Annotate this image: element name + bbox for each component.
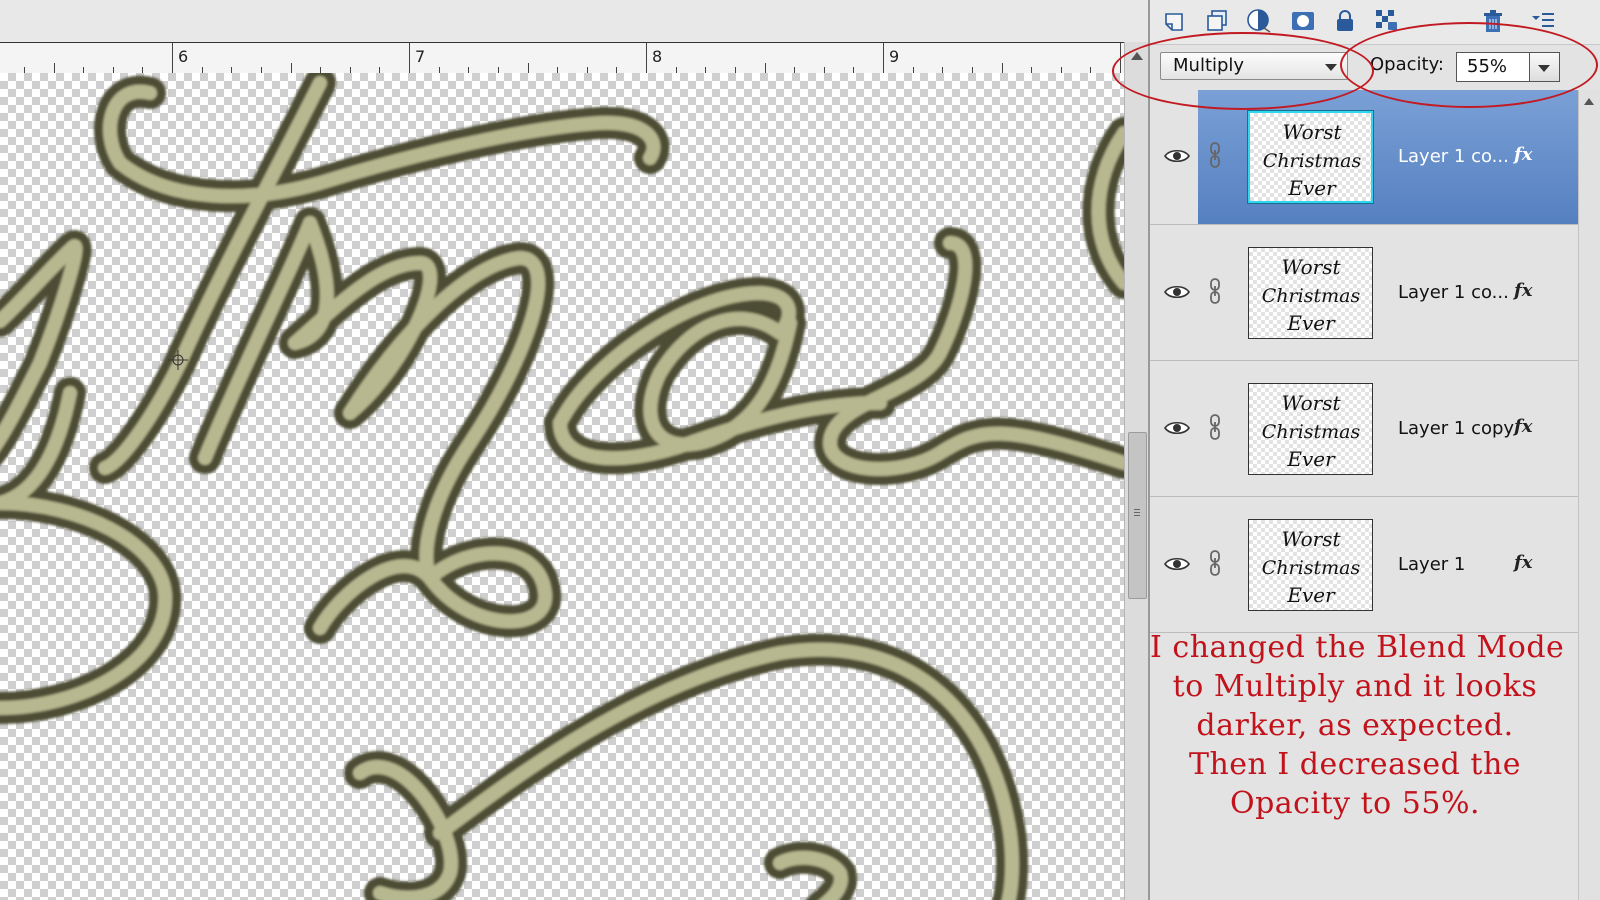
svg-text:Christmas: Christmas bbox=[1262, 421, 1361, 443]
ruler-tick bbox=[291, 63, 292, 73]
blend-mode-value: Multiply bbox=[1173, 55, 1245, 76]
layer-thumbnail: Worst Christmas Ever bbox=[1247, 110, 1374, 204]
visibility-eye-icon[interactable] bbox=[1164, 148, 1190, 164]
svg-text:Ever: Ever bbox=[1286, 311, 1336, 335]
document-tab-bar bbox=[0, 0, 1148, 43]
svg-text:Worst: Worst bbox=[1282, 120, 1342, 144]
chevron-down-icon bbox=[1325, 64, 1337, 71]
ruler-label-9: 9 bbox=[889, 47, 900, 66]
svg-text:Ever: Ever bbox=[1286, 447, 1336, 471]
layer-mask-icon[interactable] bbox=[1290, 8, 1316, 34]
link-icon[interactable] bbox=[1208, 278, 1222, 304]
fx-icon[interactable]: fx bbox=[1514, 144, 1532, 165]
layer-row-4[interactable]: Worst Christmas Ever Layer 1 fx bbox=[1150, 498, 1578, 633]
link-icon[interactable] bbox=[1208, 550, 1222, 576]
new-layer-icon[interactable] bbox=[1162, 8, 1188, 34]
duplicate-layer-icon[interactable] bbox=[1204, 8, 1230, 34]
trash-icon[interactable] bbox=[1480, 8, 1506, 34]
lettering-highlight bbox=[0, 76, 1124, 900]
layer-thumbnail: Worst Christmas Ever bbox=[1248, 247, 1373, 339]
scroll-up-arrow-icon[interactable] bbox=[1131, 52, 1143, 60]
svg-text:Christmas: Christmas bbox=[1262, 557, 1361, 579]
svg-text:Christmas: Christmas bbox=[1262, 285, 1361, 307]
ruler-tick bbox=[646, 43, 647, 73]
horizontal-ruler: 6 7 8 9 bbox=[0, 42, 1124, 74]
ruler-tick bbox=[172, 43, 173, 73]
panel-menu-icon[interactable] bbox=[1530, 8, 1556, 34]
ruler-label-6: 6 bbox=[178, 47, 189, 66]
layer-list: Worst Christmas Ever Layer 1 co... fx Wo… bbox=[1150, 90, 1578, 633]
ruler-tick bbox=[883, 43, 884, 73]
annotation-line: to Multiply and it looks bbox=[1172, 669, 1538, 704]
ruler-label-8: 8 bbox=[652, 47, 663, 66]
layer-thumbnail: Worst Christmas Ever bbox=[1248, 519, 1373, 611]
layers-panel: Multiply Opacity: 55% Worst Christmas Ev… bbox=[1148, 0, 1600, 900]
ruler-tick bbox=[409, 43, 410, 73]
link-icon[interactable] bbox=[1208, 142, 1222, 168]
scrollbar-thumb[interactable] bbox=[1128, 432, 1147, 599]
canvas-vertical-scrollbar[interactable] bbox=[1124, 42, 1148, 900]
opacity-dropdown-button[interactable] bbox=[1530, 52, 1560, 82]
opacity-input[interactable]: 55% bbox=[1456, 52, 1530, 82]
svg-text:Ever: Ever bbox=[1287, 176, 1337, 200]
annotation-text: I changed the Blend Mode to Multiply and… bbox=[1150, 628, 1565, 823]
svg-text:Worst: Worst bbox=[1281, 391, 1341, 415]
opacity-label: Opacity: bbox=[1370, 54, 1444, 75]
layer-row-2[interactable]: Worst Christmas Ever Layer 1 co... fx bbox=[1150, 226, 1578, 361]
lettering-outline bbox=[0, 73, 1124, 900]
fx-icon[interactable]: fx bbox=[1514, 552, 1532, 573]
svg-text:Ever: Ever bbox=[1286, 583, 1336, 607]
link-icon[interactable] bbox=[1208, 414, 1222, 440]
annotation-line: Then I decreased the bbox=[1188, 747, 1522, 782]
visibility-eye-icon[interactable] bbox=[1164, 556, 1190, 572]
fx-icon[interactable]: fx bbox=[1514, 280, 1532, 301]
lock-icon[interactable] bbox=[1332, 8, 1358, 34]
ruler-tick bbox=[54, 63, 55, 73]
layer-row-1[interactable]: Worst Christmas Ever Layer 1 co... fx bbox=[1150, 90, 1578, 225]
svg-text:Worst: Worst bbox=[1281, 527, 1341, 551]
blend-mode-select[interactable]: Multiply bbox=[1160, 52, 1348, 80]
layer-thumbnail: Worst Christmas Ever bbox=[1248, 383, 1373, 475]
visibility-eye-icon[interactable] bbox=[1164, 420, 1190, 436]
annotation-line: Opacity to 55%. bbox=[1230, 786, 1480, 821]
layer-name: Layer 1 co... bbox=[1398, 146, 1509, 167]
layers-panel-toolbar bbox=[1150, 0, 1600, 45]
ruler-label-7: 7 bbox=[415, 47, 426, 66]
fx-icon[interactable]: fx bbox=[1514, 416, 1532, 437]
svg-text:Worst: Worst bbox=[1281, 255, 1341, 279]
annotation-line: darker, as expected. bbox=[1196, 708, 1514, 743]
canvas[interactable] bbox=[0, 73, 1124, 900]
layer-name: Layer 1 copy bbox=[1398, 418, 1515, 439]
document-window: 6 7 8 9 bbox=[0, 0, 1148, 900]
visibility-eye-icon[interactable] bbox=[1164, 284, 1190, 300]
adjustment-layer-icon[interactable] bbox=[1246, 8, 1272, 34]
ruler-tick bbox=[1002, 63, 1003, 73]
ruler-tick bbox=[528, 63, 529, 73]
ruler-tick bbox=[765, 63, 766, 73]
svg-text:Christmas: Christmas bbox=[1263, 150, 1362, 172]
ruler-tick bbox=[1120, 43, 1121, 73]
layer-name: Layer 1 co... bbox=[1398, 282, 1509, 303]
lock-transparency-icon[interactable] bbox=[1374, 8, 1400, 34]
annotation-line: I changed the Blend Mode bbox=[1150, 630, 1565, 665]
layer-row-3[interactable]: Worst Christmas Ever Layer 1 copy fx bbox=[1150, 362, 1578, 497]
layer-name: Layer 1 bbox=[1398, 554, 1466, 575]
layers-panel-scrollbar[interactable] bbox=[1578, 90, 1600, 900]
chevron-down-icon bbox=[1538, 65, 1550, 72]
script-lettering-artwork bbox=[0, 73, 1124, 900]
scroll-up-arrow-icon[interactable] bbox=[1584, 98, 1594, 105]
